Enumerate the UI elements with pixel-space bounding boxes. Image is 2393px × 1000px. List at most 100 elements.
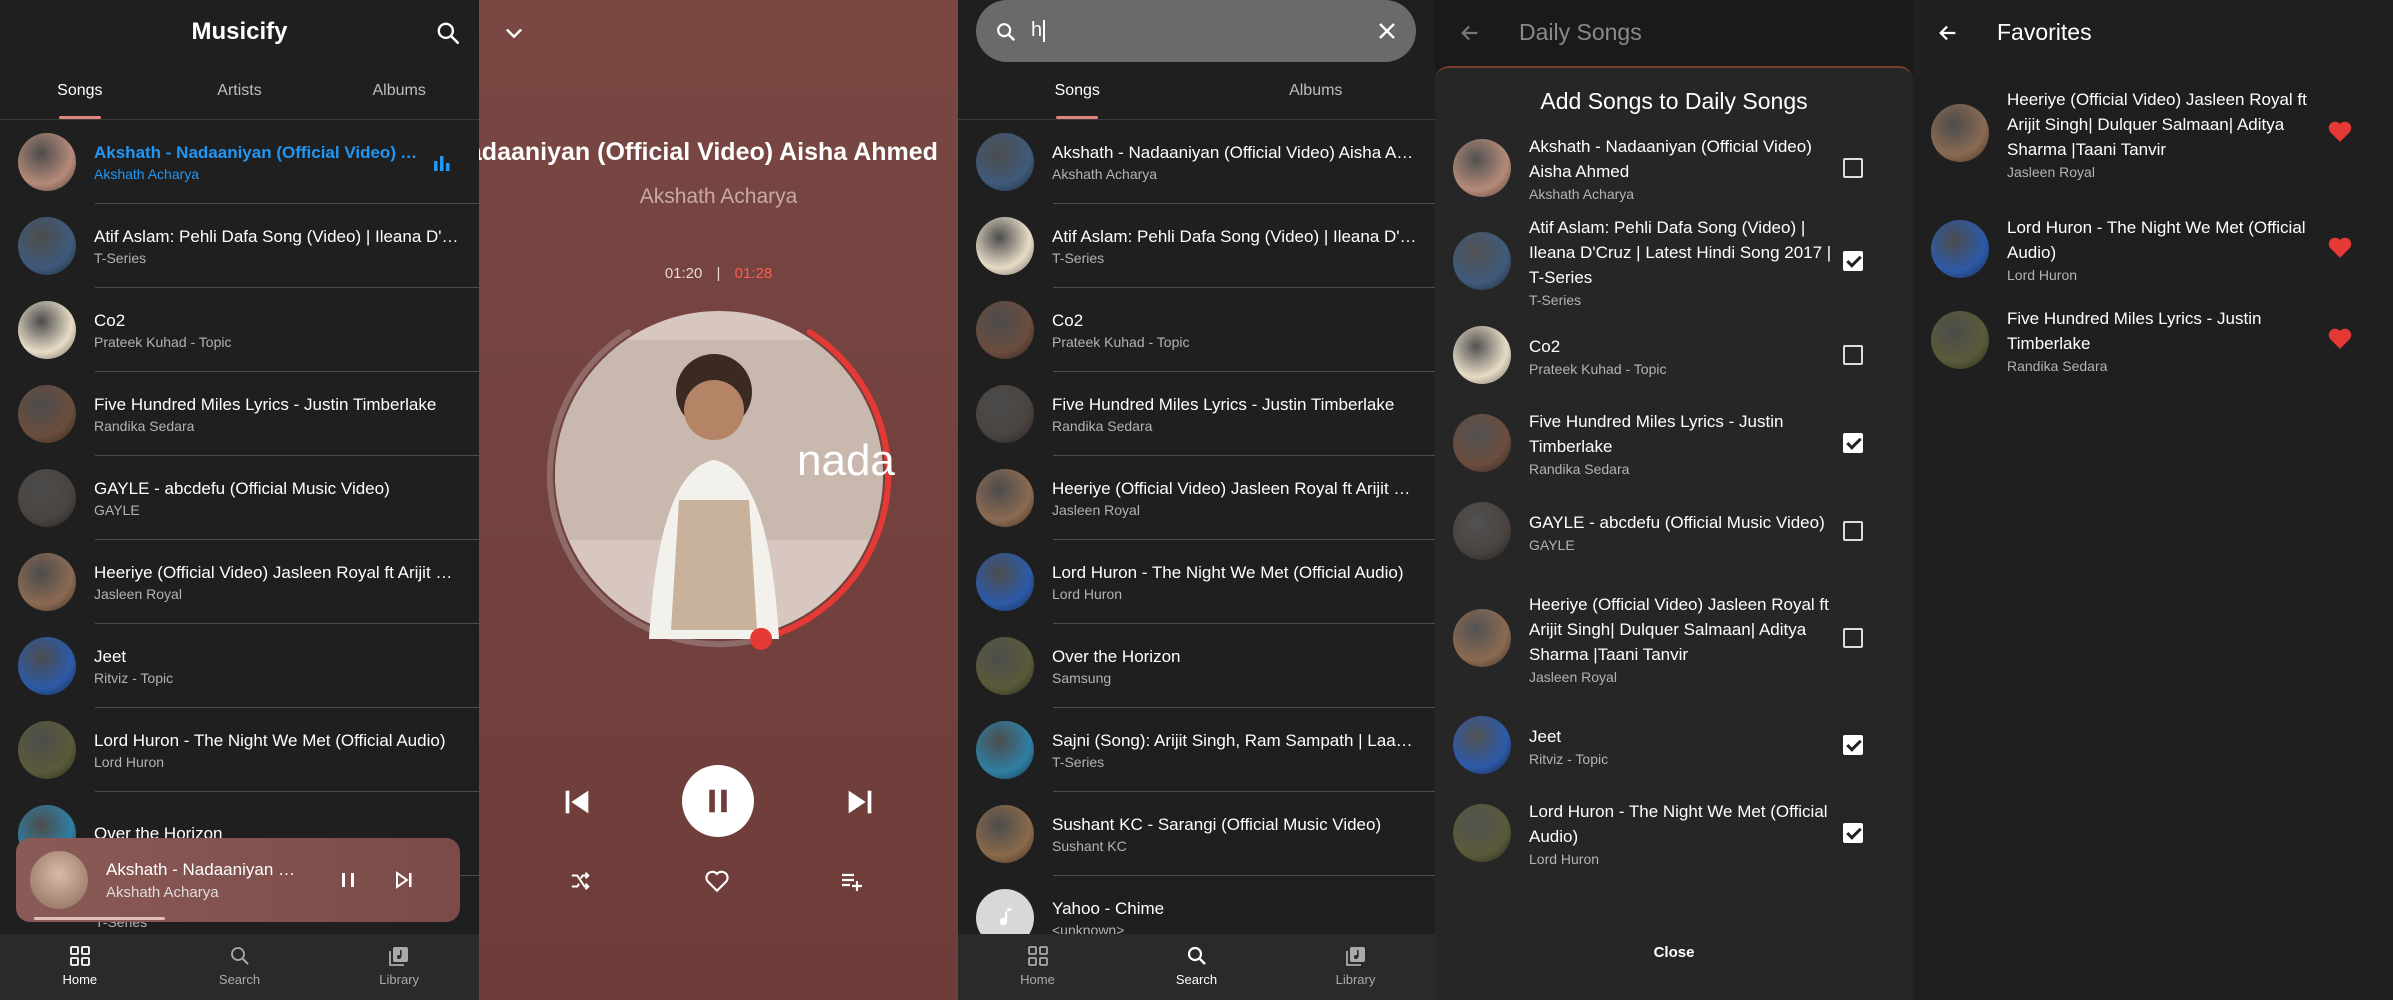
- song-title: Heeriye (Official Video) Jasleen Royal f…: [1052, 479, 1417, 498]
- favorite-heart-icon[interactable]: [2327, 119, 2353, 148]
- checkbox-checked[interactable]: [1843, 251, 1863, 271]
- nav-search[interactable]: Search: [1117, 934, 1276, 1000]
- close-button[interactable]: Close: [1435, 944, 1913, 961]
- album-art-apron: [671, 500, 757, 630]
- nav-home[interactable]: Home: [0, 934, 160, 1000]
- list-item[interactable]: Lord Huron - The Night We Met (Official …: [0, 708, 479, 792]
- song-artist: Sushant KC: [1052, 838, 1127, 854]
- album-art-lettering: nada: [797, 436, 895, 485]
- mini-player[interactable]: Akshath - Nadaaniyan (Official Video) Ai…: [16, 838, 460, 922]
- song-artist: Ritviz - Topic: [1529, 750, 1609, 767]
- tab-artists[interactable]: Artists: [160, 64, 320, 119]
- list-item[interactable]: Atif Aslam: Pehli Dafa Song (Video) | Il…: [958, 204, 1435, 288]
- nav-search[interactable]: Search: [160, 934, 320, 1000]
- song-thumbnail: [18, 637, 76, 695]
- song-thumbnail: [1453, 326, 1511, 384]
- playlist-candidate-row[interactable]: Akshath - Nadaaniyan (Official Video) Ai…: [1435, 125, 1913, 211]
- list-item[interactable]: Atif Aslam: Pehli Dafa Song (Video) | Il…: [0, 204, 479, 288]
- song-meta: Lord Huron - The Night We Met (Official …: [94, 730, 461, 770]
- search-icon[interactable]: [433, 18, 463, 48]
- song-thumbnail: [18, 721, 76, 779]
- favorite-outline-icon[interactable]: [703, 868, 731, 894]
- favorite-row[interactable]: Five Hundred Miles Lyrics - Justin Timbe…: [1913, 296, 2393, 384]
- tab-albums[interactable]: Albums: [1197, 64, 1436, 119]
- list-item[interactable]: Heeriye (Official Video) Jasleen Royal f…: [958, 456, 1435, 540]
- playlist-candidate-row[interactable]: Co2 Prateek Kuhad - Topic: [1435, 311, 1913, 399]
- song-artist: Jasleen Royal: [94, 586, 182, 602]
- favorite-heart-icon[interactable]: [2327, 326, 2353, 355]
- checkbox-checked[interactable]: [1843, 433, 1863, 453]
- search-input[interactable]: h: [976, 0, 1416, 62]
- pause-icon[interactable]: [336, 868, 360, 892]
- list-item[interactable]: Akshath - Nadaaniyan (Official Video) Ai…: [0, 120, 479, 204]
- seek-thumb[interactable]: [750, 627, 773, 650]
- list-item[interactable]: Five Hundred Miles Lyrics - Justin Timbe…: [0, 372, 479, 456]
- list-item[interactable]: Lord Huron - The Night We Met (Official …: [958, 540, 1435, 624]
- clear-search-icon[interactable]: [1374, 18, 1400, 44]
- song-meta: GAYLE - abcdefu (Official Music Video) G…: [94, 478, 461, 518]
- song-title: Five Hundred Miles Lyrics - Justin Timbe…: [2007, 309, 2262, 353]
- seek-dial[interactable]: nada: [529, 300, 909, 680]
- back-arrow-icon[interactable]: [1457, 20, 1483, 46]
- list-item[interactable]: Co2 Prateek Kuhad - Topic: [0, 288, 479, 372]
- pause-button[interactable]: [682, 765, 754, 837]
- tab-albums[interactable]: Albums: [319, 64, 479, 119]
- playlist-candidate-row[interactable]: Five Hundred Miles Lyrics - Justin Timbe…: [1435, 399, 1913, 487]
- skip-next-icon[interactable]: [392, 868, 416, 892]
- checkbox-unchecked[interactable]: [1843, 521, 1863, 541]
- song-title: Yahoo - Chime: [1052, 899, 1165, 918]
- song-meta: Co2 Prateek Kuhad - Topic: [1529, 334, 1895, 377]
- playlist-candidate-row[interactable]: Jeet Ritviz - Topic: [1435, 701, 1913, 789]
- search-screen: h Songs Albums Akshath - Nadaaniyan (Off…: [958, 0, 1435, 1000]
- skip-next-icon[interactable]: [840, 782, 880, 822]
- list-item[interactable]: Five Hundred Miles Lyrics - Justin Timbe…: [958, 372, 1435, 456]
- nav-library[interactable]: Library: [319, 934, 479, 1000]
- song-artist: Samsung: [1052, 670, 1112, 686]
- checkbox-unchecked[interactable]: [1843, 345, 1863, 365]
- list-item[interactable]: Heeriye (Official Video) Jasleen Royal f…: [0, 540, 479, 624]
- skip-previous-icon[interactable]: [557, 782, 597, 822]
- nav-library[interactable]: Library: [1276, 934, 1435, 1000]
- nav-search-label: Search: [218, 972, 261, 987]
- add-to-playlist-icon[interactable]: [837, 868, 865, 894]
- checkbox-checked[interactable]: [1843, 735, 1863, 755]
- tab-songs[interactable]: Songs: [958, 64, 1197, 119]
- favorite-heart-icon[interactable]: [2327, 235, 2353, 264]
- song-meta: Atif Aslam: Pehli Dafa Song (Video) | Il…: [1529, 215, 1895, 308]
- list-item[interactable]: Jeet Ritviz - Topic: [0, 624, 479, 708]
- list-item[interactable]: Sajni (Song): Arijit Singh, Ram Sampath …: [958, 708, 1435, 792]
- collapse-chevron-icon[interactable]: [501, 20, 527, 46]
- checkbox-unchecked[interactable]: [1843, 628, 1863, 648]
- song-thumbnail: [1453, 414, 1511, 472]
- song-list: Akshath - Nadaaniyan (Official Video) Ai…: [0, 120, 479, 876]
- list-item[interactable]: GAYLE - abcdefu (Official Music Video) G…: [0, 456, 479, 540]
- playlist-candidate-row[interactable]: Atif Aslam: Pehli Dafa Song (Video) | Il…: [1435, 211, 1913, 311]
- song-title: Heeriye (Official Video) Jasleen Royal f…: [94, 563, 461, 582]
- playlist-candidate-row[interactable]: Heeriye (Official Video) Jasleen Royal f…: [1435, 575, 1913, 701]
- favorites-app-bar: Favorites: [1913, 0, 2393, 64]
- checkbox-checked[interactable]: [1843, 823, 1863, 843]
- checkbox-unchecked[interactable]: [1843, 158, 1863, 178]
- list-item[interactable]: Sushant KC - Sarangi (Official Music Vid…: [958, 792, 1435, 876]
- shuffle-icon[interactable]: [567, 868, 593, 894]
- song-title: Lord Huron - The Night We Met (Official …: [94, 731, 446, 750]
- list-item[interactable]: Co2 Prateek Kuhad - Topic: [958, 288, 1435, 372]
- search-tabs: Songs Albums: [958, 64, 1435, 120]
- list-item[interactable]: Akshath - Nadaaniyan (Official Video) Ai…: [958, 120, 1435, 204]
- song-artist: T-Series: [1052, 250, 1105, 266]
- back-arrow-icon[interactable]: [1935, 20, 1961, 46]
- playlist-candidate-row[interactable]: Lord Huron - The Night We Met (Official …: [1435, 789, 1913, 877]
- song-thumbnail: [18, 385, 76, 443]
- song-meta: Sushant KC - Sarangi (Official Music Vid…: [1052, 814, 1417, 854]
- favorite-row[interactable]: Lord Huron - The Night We Met (Official …: [1913, 202, 2393, 296]
- search-query-text: h: [1031, 19, 1043, 41]
- favorite-row[interactable]: Heeriye (Official Video) Jasleen Royal f…: [1913, 64, 2393, 202]
- tab-songs[interactable]: Songs: [0, 64, 160, 119]
- text-cursor: [1043, 19, 1046, 42]
- list-item[interactable]: Over the Horizon Samsung: [958, 624, 1435, 708]
- time-readout: 01:20 | 01:28: [479, 265, 958, 282]
- song-artist: Akshath Acharya: [1052, 166, 1158, 182]
- song-artist: Lord Huron: [1529, 851, 1600, 867]
- playlist-candidate-row[interactable]: GAYLE - abcdefu (Official Music Video) G…: [1435, 487, 1913, 575]
- nav-home[interactable]: Home: [958, 934, 1117, 1000]
